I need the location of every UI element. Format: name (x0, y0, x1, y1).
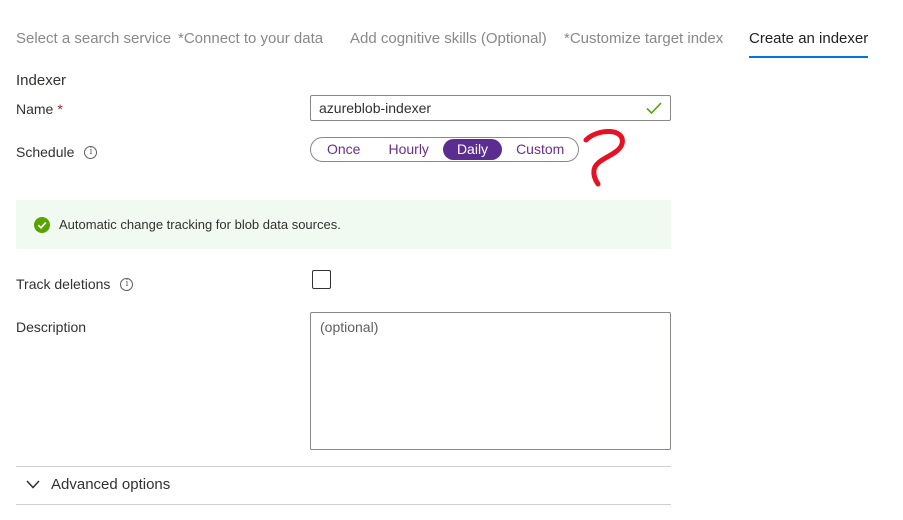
tab-select-search-service[interactable]: Select a search service (16, 30, 171, 47)
wizard-tabs: Select a search service *Connect to your… (16, 30, 883, 62)
divider (16, 504, 671, 505)
schedule-option-custom[interactable]: Custom (502, 139, 578, 160)
chevron-down-icon (26, 480, 40, 489)
track-deletions-label-text: Track deletions (16, 276, 111, 292)
schedule-toggle: Once Hourly Daily Custom (310, 137, 579, 162)
tab-connect-to-data[interactable]: *Connect to your data (178, 30, 323, 47)
tab-customize-target-index[interactable]: *Customize target index (564, 30, 723, 47)
tab-create-indexer[interactable]: Create an indexer (749, 30, 869, 58)
tab-add-cognitive-skills[interactable]: Add cognitive skills (Optional) (350, 30, 547, 47)
info-icon[interactable]: i (84, 145, 98, 159)
info-icon[interactable]: i (120, 277, 134, 291)
check-icon (646, 102, 662, 115)
schedule-label-text: Schedule (16, 144, 75, 160)
schedule-option-hourly[interactable]: Hourly (374, 139, 442, 160)
advanced-options-toggle[interactable]: Advanced options (26, 476, 170, 493)
schedule-option-once[interactable]: Once (313, 139, 374, 160)
advanced-options-label: Advanced options (51, 476, 171, 493)
success-check-icon (34, 216, 50, 233)
name-input[interactable]: azureblob-indexer (310, 95, 671, 121)
track-deletions-checkbox[interactable] (312, 270, 331, 289)
schedule-option-daily[interactable]: Daily (442, 139, 503, 160)
description-field[interactable] (310, 312, 671, 450)
required-marker: * (57, 101, 63, 117)
banner-text: Automatic change tracking for blob data … (59, 217, 341, 232)
divider (16, 466, 671, 467)
name-label: Name * (16, 101, 63, 117)
track-deletions-label: Track deletions i (16, 276, 134, 292)
change-tracking-banner: Automatic change tracking for blob data … (16, 200, 671, 249)
description-label: Description (16, 319, 87, 335)
schedule-label: Schedule i (16, 144, 98, 160)
name-value: azureblob-indexer (319, 100, 432, 116)
section-title: Indexer (16, 72, 67, 89)
name-label-text: Name (16, 101, 54, 117)
